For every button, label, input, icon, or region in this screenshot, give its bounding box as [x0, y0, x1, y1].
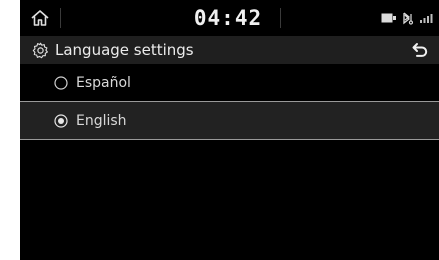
status-icons	[381, 11, 435, 25]
head-unit-screen: 04:42 Language settings Español English	[20, 0, 439, 260]
language-option-english[interactable]: English	[20, 102, 439, 140]
signal-icon	[420, 14, 433, 23]
home-icon	[31, 10, 49, 26]
gear-icon	[32, 42, 48, 58]
radio-button[interactable]	[54, 75, 68, 90]
radio-unselected-icon	[54, 75, 68, 90]
bluetooth-audio-icon	[403, 12, 413, 25]
language-list: Español English	[20, 64, 439, 140]
radio-button[interactable]	[54, 113, 68, 128]
language-label: English	[76, 112, 127, 129]
home-button[interactable]	[27, 5, 53, 31]
media-icon	[381, 13, 396, 23]
status-divider	[280, 8, 281, 28]
page-title: Language settings	[55, 41, 194, 59]
language-label: Español	[76, 74, 131, 91]
back-button[interactable]	[407, 38, 433, 62]
header-title: Language settings	[32, 36, 194, 64]
status-divider	[60, 8, 61, 28]
back-arrow-icon	[412, 43, 428, 57]
settings-header: Language settings	[20, 36, 439, 64]
clock: 04:42	[193, 6, 263, 30]
status-bar: 04:42	[20, 0, 439, 35]
language-option-espanol[interactable]: Español	[20, 64, 439, 102]
radio-selected-icon	[54, 113, 68, 128]
